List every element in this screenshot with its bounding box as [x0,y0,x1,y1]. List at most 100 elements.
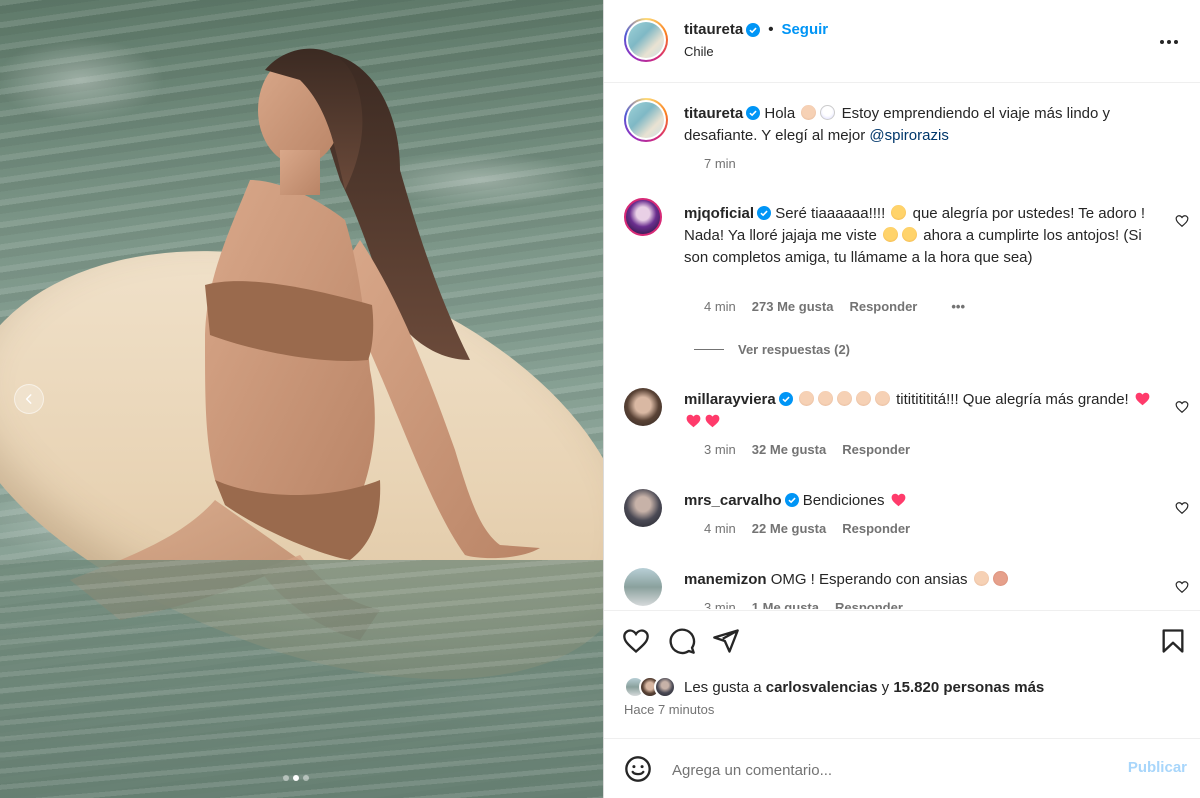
commenter-avatar[interactable] [624,198,662,236]
comment-likes-count[interactable]: 22 Me gusta [752,521,826,536]
pink-heart-emoji-icon [686,414,701,428]
comment-time[interactable]: 4 min [704,521,736,536]
verified-badge-icon [778,392,793,406]
carousel-prev-button[interactable] [14,384,44,414]
comment-like-heart-icon[interactable] [1175,400,1189,414]
comment-likes-count[interactable]: 1 Me gusta [752,600,819,609]
comment-text: manemizon OMG ! Esperando con ansias [684,569,1154,591]
commenter-avatar[interactable] [624,388,662,426]
publish-comment-button[interactable]: Publicar [1128,759,1187,776]
commenter-avatar[interactable] [624,489,662,527]
likes-others-link[interactable]: 15.820 personas más [893,679,1044,696]
comment-username[interactable]: millarayviera [684,391,776,408]
comments-list[interactable]: titaureta Hola Estoy emprendiendo el via… [604,84,1200,609]
caption-meta: 7 min [704,156,736,171]
view-replies-line [694,349,724,350]
comment-username[interactable]: mrs_carvalho [684,492,782,509]
bookmark-icon[interactable] [1159,627,1187,655]
comment-meta: 3 min 1 Me gusta Responder [704,600,903,609]
baby-emoji-icon [801,105,817,120]
verified-badge-icon [757,206,772,220]
comment-body-a: Bendiciones [802,492,885,509]
comment-reply-button[interactable]: Responder [835,600,903,609]
comment-meta: 3 min 32 Me gusta Responder [704,442,910,457]
pink-heart-emoji-icon [891,493,906,507]
post-photo[interactable] [0,0,603,798]
comment-like-heart-icon[interactable] [1175,501,1189,515]
verified-badge-icon [746,22,761,37]
comment-more-options-button[interactable]: ••• [951,299,965,314]
comment-reply-button[interactable]: Responder [842,442,910,457]
follow-button[interactable]: Seguir [781,21,828,38]
paper-plane-icon[interactable] [712,627,740,655]
comment-text: mrs_carvalho Bendiciones [684,490,1154,512]
post-side-panel: titaureta • Seguir Chile titaureta Hola … [603,0,1200,798]
comment-time[interactable]: 4 min [704,299,736,314]
carousel-dots [283,775,309,781]
pink-heart-emoji-icon [1135,392,1150,406]
liker-avatar [654,676,676,698]
verified-badge-icon [784,493,799,507]
comment-like-heart-icon[interactable] [1175,580,1189,594]
comment-reply-button[interactable]: Responder [849,299,917,314]
heart-eyes-emoji-icon [891,205,907,220]
author-avatar[interactable] [624,18,668,62]
likes-summary[interactable]: Les gusta a carlosvalencias y 15.820 per… [624,676,1044,698]
view-replies-toggle[interactable]: Ver respuestas (2) [694,342,850,357]
carousel-dot-active [293,775,299,781]
comment-time[interactable]: 3 min [704,442,736,457]
pink-heart-emoji-icon [705,414,720,428]
comment-body-a: Seré tiaaaaaa!!!! [775,205,886,222]
likes-user-link[interactable]: carlosvalencias [766,679,878,696]
baby-emoji-icon [874,391,890,406]
post-action-bar [604,610,1200,670]
heart-hands-emoji-icon [992,571,1008,586]
caption-text: titaureta Hola Estoy emprendiendo el via… [684,103,1184,147]
comment-meta: 4 min 22 Me gusta Responder [704,521,910,536]
comment-meta: 4 min 273 Me gusta Responder ••• [704,299,965,314]
comment-body-a: OMG ! Esperando con ansias [770,571,968,588]
author-username[interactable]: titaureta [684,21,743,38]
instagram-post-modal: titaureta • Seguir Chile titaureta Hola … [0,0,1200,798]
comment-text: mjqoficial Seré tiaaaaaa!!!! que alegría… [684,203,1154,269]
smiley-icon[interactable] [624,755,652,783]
caption-mention-link[interactable]: @spirorazis [869,127,948,144]
baby-emoji-icon [817,391,833,406]
comment-icon[interactable] [668,627,696,655]
baby-bottle-emoji-icon [820,105,836,120]
comment-composer: Publicar [604,738,1200,798]
caption-time[interactable]: 7 min [704,156,736,171]
comment-username[interactable]: manemizon [684,571,767,588]
comment-reply-button[interactable]: Responder [842,521,910,536]
comment-input[interactable] [672,757,1102,783]
comment-text: millarayviera titititititá!!! Que alegrí… [684,389,1154,433]
more-horizontal-icon [1160,40,1178,44]
post-timestamp[interactable]: Hace 7 minutos [624,702,714,717]
separator-dot: • [768,21,774,38]
author-row: titaureta • Seguir [684,21,828,38]
comment-body-a: titititititá!!! Que alegría más grande! [896,391,1129,408]
chevron-left-icon [25,394,32,404]
comment-like-heart-icon[interactable] [1175,214,1189,228]
caption-username[interactable]: titaureta [684,105,743,122]
caption-body-a: Hola [764,105,796,122]
heart-outline-icon[interactable] [622,627,650,655]
post-location[interactable]: Chile [684,44,714,59]
carousel-dot [283,775,289,781]
laughing-emoji-icon [883,227,899,242]
more-options-button[interactable] [1157,30,1181,54]
comment-likes-count[interactable]: 32 Me gusta [752,442,826,457]
caption-author-avatar[interactable] [624,98,668,142]
view-replies-label: Ver respuestas (2) [738,342,851,357]
laughing-emoji-icon [902,227,918,242]
baby-emoji-icon [836,391,852,406]
post-header: titaureta • Seguir Chile [604,0,1200,83]
water-foreground [0,560,603,798]
comment-likes-count[interactable]: 273 Me gusta [752,299,834,314]
likers-avatars [624,676,676,698]
comment-username[interactable]: mjqoficial [684,205,754,222]
commenter-avatar[interactable] [624,568,662,606]
likes-joiner: y [881,678,890,696]
comment-time[interactable]: 3 min [704,600,736,609]
baby-emoji-icon [973,571,989,586]
